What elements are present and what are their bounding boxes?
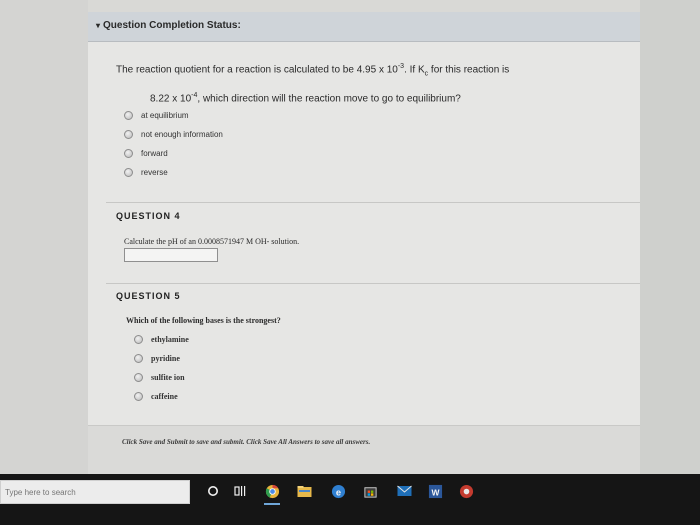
taskbar-search-input[interactable] <box>1 481 189 503</box>
radio-button[interactable] <box>134 335 143 344</box>
question-5-heading: QUESTION 5 <box>116 291 181 301</box>
question-completion-status-bar[interactable]: ▾ Question Completion Status: <box>88 12 640 42</box>
file-explorer-icon[interactable] <box>296 483 312 499</box>
option-at-equilibrium[interactable]: at equilibrium <box>124 106 223 125</box>
question-3-options: at equilibrium not enough information fo… <box>124 106 223 182</box>
svg-text:e: e <box>335 487 340 497</box>
app-icon[interactable] <box>458 483 474 499</box>
store-icon[interactable] <box>362 483 378 499</box>
option-caffeine[interactable]: caffeine <box>134 387 189 406</box>
svg-text:W: W <box>431 487 439 497</box>
option-ethylamine[interactable]: ethylamine <box>134 330 189 349</box>
mail-icon[interactable] <box>396 483 412 499</box>
submit-instructions: Click Save and Submit to save and submit… <box>122 438 371 446</box>
active-app-indicator <box>264 503 280 505</box>
radio-button[interactable] <box>134 373 143 382</box>
answer-input-box[interactable] <box>124 248 218 264</box>
option-pyridine[interactable]: pyridine <box>134 349 189 368</box>
option-forward[interactable]: forward <box>124 144 223 163</box>
option-sulfite-ion[interactable]: sulfite ion <box>134 368 189 387</box>
background-left <box>0 0 88 474</box>
submit-instructions-band: Click Save and Submit to save and submit… <box>88 425 640 475</box>
radio-button[interactable] <box>134 392 143 401</box>
assessment-content: The reaction quotient for a reaction is … <box>88 42 640 475</box>
radio-button[interactable] <box>124 149 133 158</box>
question-5-text: Which of the following bases is the stro… <box>126 316 281 325</box>
chevron-down-icon[interactable]: ▾ <box>96 21 100 30</box>
option-not-enough-information[interactable]: not enough information <box>124 125 223 144</box>
taskbar-search-box[interactable] <box>0 480 190 504</box>
edge-icon[interactable]: e <box>330 483 346 499</box>
radio-button[interactable] <box>134 354 143 363</box>
radio-button[interactable] <box>124 130 133 139</box>
cortana-icon[interactable] <box>205 483 221 499</box>
status-title[interactable]: ▾ Question Completion Status: <box>96 20 241 31</box>
option-reverse[interactable]: reverse <box>124 163 223 182</box>
divider <box>106 283 640 284</box>
question-3: The reaction quotient for a reaction is … <box>116 56 616 111</box>
radio-button[interactable] <box>124 111 133 120</box>
radio-button[interactable] <box>124 168 133 177</box>
chrome-icon[interactable] <box>264 483 280 499</box>
question-4-text: Calculate the pH of an 0.0008571947 M OH… <box>124 237 300 246</box>
status-title-label: Question Completion Status: <box>103 20 241 31</box>
word-icon[interactable]: W <box>427 483 443 499</box>
question-4-heading: QUESTION 4 <box>116 211 181 221</box>
question-3-text: The reaction quotient for a reaction is … <box>116 63 510 105</box>
background-right <box>640 0 700 474</box>
question-5-options: ethylamine pyridine sulfite ion caffeine <box>134 330 189 406</box>
task-view-icon[interactable] <box>232 483 248 499</box>
ph-answer-input[interactable] <box>125 251 217 264</box>
divider <box>106 202 640 203</box>
windows-taskbar: e W <box>0 474 700 525</box>
